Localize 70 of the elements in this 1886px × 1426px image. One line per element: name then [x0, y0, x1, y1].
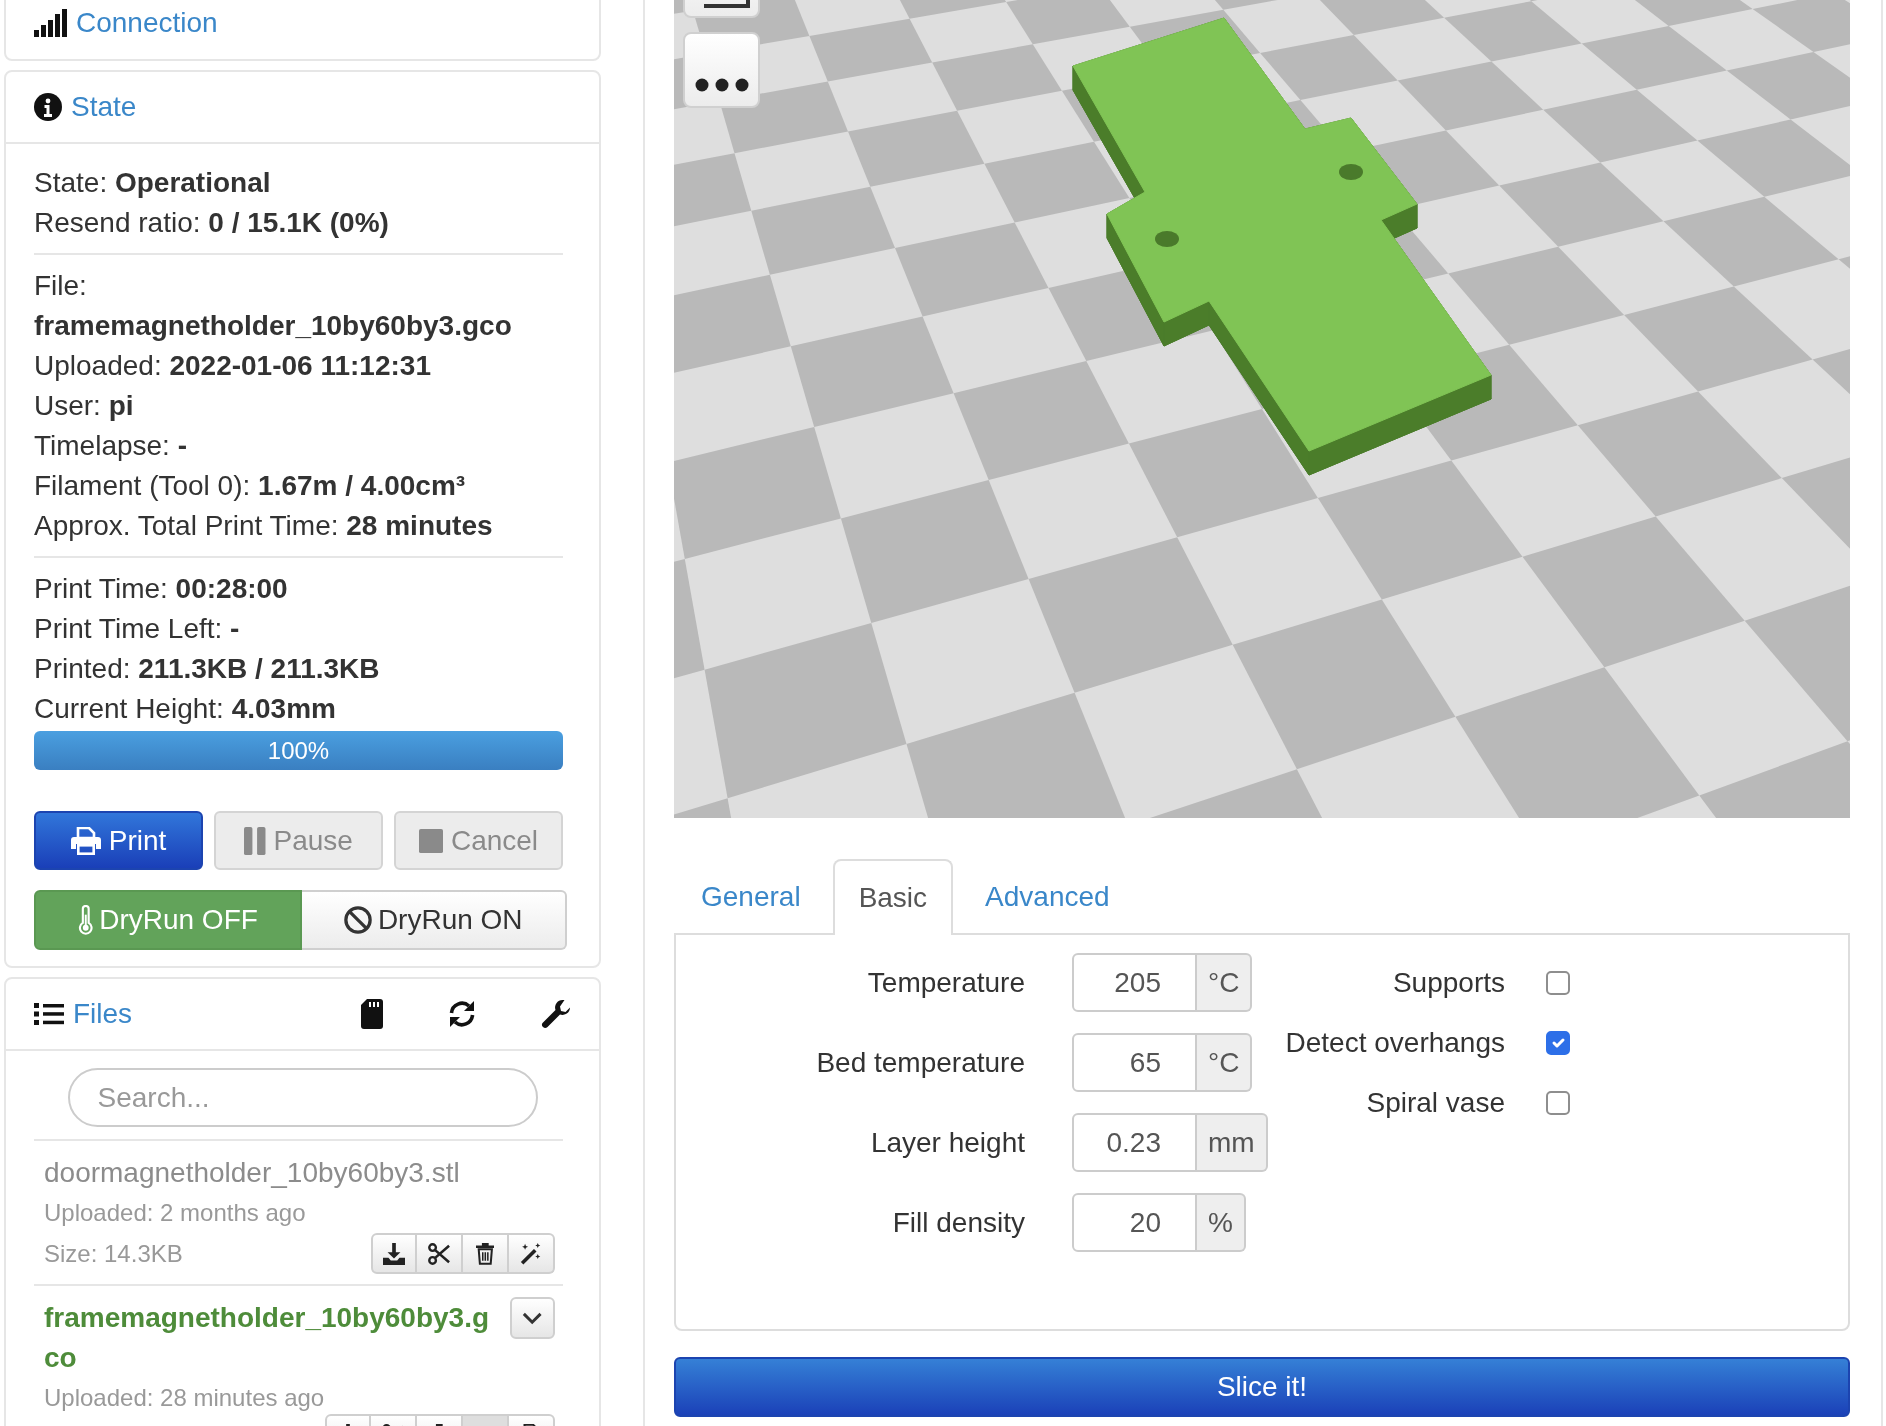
option-label: Detect overhangs — [1284, 1026, 1505, 1060]
upload-date-text: Uploaded: 28 minutes ago — [44, 1383, 326, 1413]
ban-icon — [343, 906, 372, 934]
file-size-text: Size: 14.3KB — [44, 1238, 183, 1269]
panel-title-link[interactable]: Connection — [34, 3, 218, 43]
list-icon — [34, 1002, 64, 1026]
number-input[interactable]: 65 — [1072, 1033, 1197, 1092]
info-line: File: framemagnetholder_10by60by3.gco — [34, 269, 513, 343]
sd-card-icon[interactable] — [361, 999, 383, 1029]
stop-icon — [418, 828, 443, 853]
panel-title-link[interactable]: Files — [34, 994, 133, 1034]
checkbox[interactable] — [1546, 971, 1570, 995]
info-icon — [34, 93, 62, 121]
slicer-tab[interactable]: Advanced — [959, 859, 1136, 933]
magic-wand-icon — [520, 1242, 542, 1265]
number-input[interactable]: 0.23 — [1072, 1113, 1197, 1172]
refresh-icon[interactable] — [447, 999, 477, 1029]
trash-icon — [475, 1242, 495, 1265]
dropdown-button[interactable] — [510, 1297, 555, 1339]
file-name: doormagnetholder_10by60by3.stl — [44, 1156, 460, 1190]
unit-label: °C — [1197, 953, 1253, 1012]
option-label: Supports — [1391, 966, 1505, 1000]
info-line: Approx. Total Print Time: 28 minutes — [34, 509, 494, 543]
option-label: Spiral vase — [1365, 1086, 1505, 1120]
unit-label: % — [1197, 1193, 1246, 1252]
info-line: Current Height: 4.03mm — [34, 692, 337, 726]
checkbox[interactable] — [1546, 1091, 1570, 1115]
file-name: framemagnetholder_10by60by3.gco — [44, 1301, 491, 1375]
chevron-down-icon — [522, 1311, 543, 1325]
progress-label: 100% — [267, 735, 330, 766]
download-button[interactable] — [371, 1233, 417, 1274]
cut-button[interactable] — [417, 1233, 463, 1274]
slicer-tab[interactable]: General — [675, 859, 827, 933]
checkbox[interactable] — [1546, 1031, 1570, 1055]
info-line: User: pi — [34, 389, 135, 423]
field-label: Bed temperature — [815, 1045, 1025, 1080]
more-button[interactable] — [683, 32, 760, 108]
slicer-tab[interactable]: Basic — [832, 859, 954, 935]
signal-bars-icon — [34, 9, 67, 37]
slice-button[interactable]: Slice it! — [674, 1357, 1850, 1417]
upload-date-text: Uploaded: 2 months ago — [44, 1198, 307, 1228]
scissors-icon — [428, 1242, 450, 1265]
unit-label: mm — [1197, 1113, 1268, 1172]
field-label: Fill density — [891, 1205, 1025, 1240]
printer-icon — [70, 826, 101, 855]
info-line: Resend ratio: 0 / 15.1K (0%) — [34, 206, 390, 240]
number-input[interactable]: 205 — [1072, 953, 1197, 1012]
wrench-icon[interactable] — [541, 999, 571, 1029]
dry-run-toggle-button[interactable]: DryRun ON — [301, 890, 567, 950]
info-line: State: Operational — [34, 166, 272, 200]
print-button[interactable]: Print — [34, 811, 203, 870]
info-line: Print Time: 00:28:00 — [34, 572, 289, 606]
info-line: Uploaded: 2022-01-06 11:12:31 — [34, 349, 432, 383]
info-line: Printed: 211.3KB / 211.3KB — [34, 652, 381, 686]
thermometer-icon — [77, 905, 94, 935]
ellipsis-icon — [694, 78, 749, 92]
unit-label: °C — [1197, 1033, 1253, 1092]
search-field[interactable]: Search... — [67, 1068, 538, 1127]
info-line: Print Time Left: - — [34, 612, 241, 646]
dry-run-toggle-button[interactable]: DryRun OFF — [34, 890, 302, 950]
slice-button[interactable] — [509, 1233, 555, 1274]
field-label: Layer height — [869, 1125, 1025, 1160]
pause-icon — [244, 826, 266, 855]
delete-button[interactable] — [463, 1233, 509, 1274]
number-input[interactable]: 20 — [1072, 1193, 1197, 1252]
panel-title-link[interactable]: State — [34, 87, 137, 127]
info-line: Timelapse: - — [34, 429, 188, 463]
field-label: Temperature — [866, 965, 1025, 1000]
info-line: Filament (Tool 0): 1.67m / 4.00cm³ — [34, 469, 467, 503]
download-icon — [383, 1242, 405, 1265]
